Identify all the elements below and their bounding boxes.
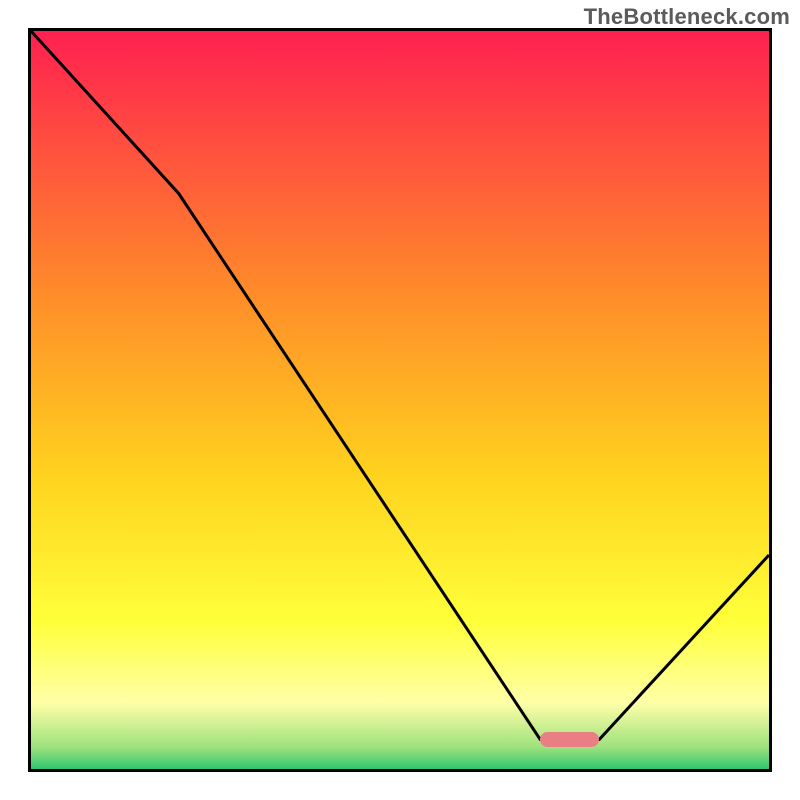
chart-frame: TheBottleneck.com	[0, 0, 800, 800]
optimal-range-marker	[540, 732, 599, 747]
watermark-label: TheBottleneck.com	[584, 4, 790, 30]
plot-area	[28, 28, 772, 772]
bottleneck-curve	[31, 31, 769, 769]
